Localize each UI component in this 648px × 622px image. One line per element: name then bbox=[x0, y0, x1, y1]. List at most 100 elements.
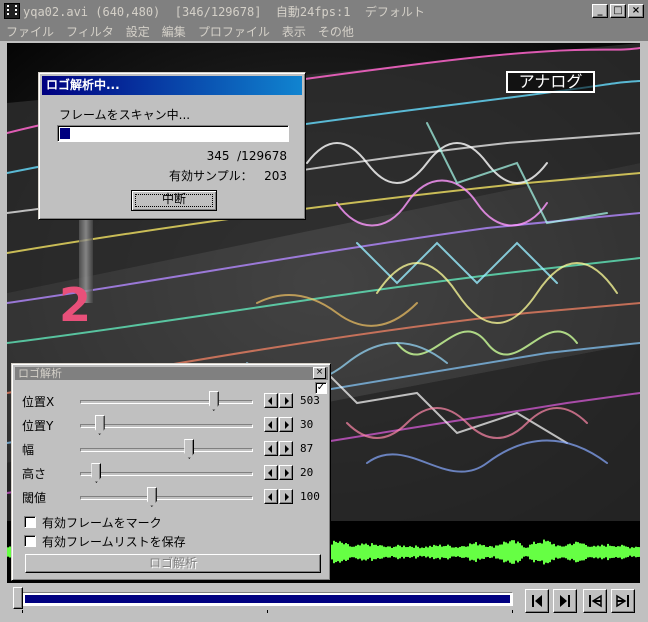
slider-track-height[interactable] bbox=[80, 472, 253, 476]
increment-pos-x-button[interactable] bbox=[279, 393, 293, 408]
decrement-pos-x-button[interactable] bbox=[264, 393, 278, 408]
minimize-button[interactable]: _ bbox=[592, 4, 608, 18]
waveform-sample bbox=[585, 544, 587, 560]
waveform-sample bbox=[389, 546, 391, 558]
decrement-threshold-button[interactable] bbox=[264, 489, 278, 504]
param-row-pos-x: 位置X 503 bbox=[20, 390, 326, 412]
increment-height-button[interactable] bbox=[279, 465, 293, 480]
waveform-sample bbox=[415, 545, 417, 559]
waveform-sample bbox=[561, 546, 563, 558]
save-valid-frame-list-row[interactable]: 有効フレームリストを保存 bbox=[24, 533, 186, 549]
abort-button[interactable]: 中断 bbox=[131, 190, 217, 211]
slider-track-width[interactable] bbox=[80, 448, 253, 452]
decrement-height-button[interactable] bbox=[264, 465, 278, 480]
waveform-sample bbox=[485, 546, 487, 558]
waveform-sample bbox=[401, 547, 403, 557]
next-keyframe-button[interactable] bbox=[611, 589, 635, 613]
menu-edit[interactable]: 編集 bbox=[162, 23, 186, 40]
waveform-sample bbox=[565, 545, 567, 559]
mark-valid-frames-row[interactable]: 有効フレームをマーク bbox=[24, 514, 162, 530]
mark-valid-frames-checkbox[interactable] bbox=[24, 516, 36, 528]
waveform-sample bbox=[543, 539, 545, 565]
waveform-sample bbox=[383, 546, 385, 558]
waveform-sample bbox=[587, 546, 589, 558]
panel-close-button[interactable]: × bbox=[313, 367, 326, 379]
waveform-sample bbox=[569, 543, 571, 561]
waveform-sample bbox=[515, 543, 517, 561]
main-titlebar[interactable]: yqa02.avi (640,480) [346/129678] 自動24fps… bbox=[0, 0, 648, 22]
menu-settings[interactable]: 設定 bbox=[126, 23, 150, 40]
waveform-sample bbox=[595, 546, 597, 558]
menu-filter[interactable]: フィルタ bbox=[66, 23, 114, 40]
waveform-sample bbox=[621, 544, 623, 560]
waveform-sample bbox=[467, 546, 469, 558]
waveform-sample bbox=[403, 545, 405, 559]
waveform-sample bbox=[579, 543, 581, 561]
waveform-sample bbox=[577, 542, 579, 562]
decrement-pos-y-button[interactable] bbox=[264, 417, 278, 432]
waveform-sample bbox=[431, 546, 433, 558]
menu-view[interactable]: 表示 bbox=[282, 23, 306, 40]
waveform-sample bbox=[343, 544, 345, 560]
slider-track-pos-x[interactable] bbox=[80, 400, 253, 404]
waveform-sample bbox=[393, 546, 395, 558]
waveform-sample bbox=[581, 543, 583, 561]
slider-track-pos-y[interactable] bbox=[80, 424, 253, 428]
param-label-pos-y: 位置Y bbox=[22, 419, 54, 433]
logo-analyze-button[interactable]: ロゴ解析 bbox=[25, 554, 321, 573]
waveform-sample bbox=[473, 543, 475, 561]
prev-frame-button[interactable] bbox=[525, 589, 549, 613]
waveform-sample bbox=[355, 545, 357, 559]
waveform-sample bbox=[531, 544, 533, 560]
decrement-width-button[interactable] bbox=[264, 441, 278, 456]
waveform-sample bbox=[497, 545, 499, 559]
waveform-sample bbox=[479, 544, 481, 560]
waveform-sample bbox=[351, 546, 353, 558]
maximize-button[interactable]: □ bbox=[610, 4, 626, 18]
next-frame-button[interactable] bbox=[553, 589, 577, 613]
close-button[interactable]: × bbox=[628, 4, 644, 18]
increment-width-button[interactable] bbox=[279, 441, 293, 456]
waveform-sample bbox=[465, 546, 467, 558]
waveform-sample bbox=[7, 547, 9, 557]
waveform-sample bbox=[377, 545, 379, 559]
waveform-sample bbox=[461, 546, 463, 558]
seek-area bbox=[0, 583, 648, 622]
increment-threshold-button[interactable] bbox=[279, 489, 293, 504]
slider-thumb-height[interactable] bbox=[91, 463, 102, 483]
waveform-sample bbox=[541, 543, 543, 561]
waveform-sample bbox=[347, 544, 349, 560]
param-label-width: 幅 bbox=[22, 443, 35, 457]
menu-profile[interactable]: プロファイル bbox=[198, 23, 270, 40]
increment-pos-y-button[interactable] bbox=[279, 417, 293, 432]
slider-thumb-threshold[interactable] bbox=[146, 487, 157, 507]
waveform-sample bbox=[605, 546, 607, 558]
waveform-sample bbox=[527, 547, 529, 557]
panel-title[interactable]: ロゴ解析 × bbox=[15, 367, 328, 380]
waveform-sample bbox=[429, 545, 431, 559]
slider-thumb-width[interactable] bbox=[184, 439, 195, 459]
menu-file[interactable]: ファイル bbox=[6, 23, 54, 40]
waveform-sample bbox=[547, 540, 549, 564]
param-value-threshold: 100 bbox=[300, 490, 320, 503]
waveform-sample bbox=[457, 547, 459, 557]
slider-thumb-pos-y[interactable] bbox=[94, 415, 105, 435]
waveform-sample bbox=[331, 544, 333, 560]
seek-thumb[interactable] bbox=[13, 587, 24, 609]
param-row-threshold: 閾値 100 bbox=[20, 486, 326, 508]
param-label-threshold: 閾値 bbox=[22, 491, 47, 505]
waveform-sample bbox=[411, 546, 413, 558]
analog-overlay-label: アナログ bbox=[506, 71, 595, 93]
menu-other[interactable]: その他 bbox=[318, 23, 354, 40]
seek-track[interactable] bbox=[22, 592, 513, 606]
waveform-sample bbox=[597, 545, 599, 559]
waveform-sample bbox=[445, 545, 447, 559]
dialog-title[interactable]: ロゴ解析中... bbox=[42, 76, 302, 95]
slider-thumb-pos-x[interactable] bbox=[208, 391, 219, 411]
prev-keyframe-button[interactable] bbox=[583, 589, 607, 613]
waveform-sample bbox=[521, 545, 523, 559]
waveform-sample bbox=[491, 546, 493, 558]
waveform-sample bbox=[373, 544, 375, 560]
save-valid-frame-list-checkbox[interactable] bbox=[24, 535, 36, 547]
slider-track-threshold[interactable] bbox=[80, 496, 253, 500]
